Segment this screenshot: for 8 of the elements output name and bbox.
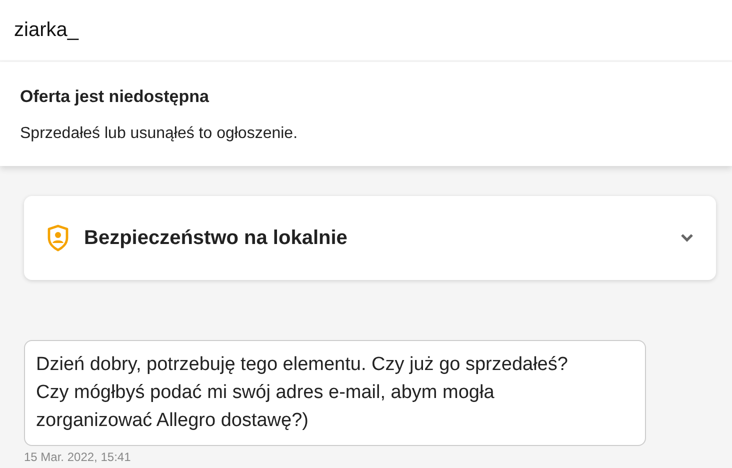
notice-text: Sprzedałeś lub usunąłeś to ogłoszenie. (20, 124, 299, 144)
notice-title: Oferta jest niedostępna (20, 86, 210, 108)
message-time: 15 Mar. 2022, 15:41 (24, 448, 132, 466)
shield-user-icon (46, 224, 70, 252)
message-bubble: Dzień dobry, potrzebuję tego elementu. Czy już go sprzedałeś? Czy mógłbyś podać mi swój adres e-mail, abym mogła zorganizować Allegro dostawę?) (24, 340, 646, 446)
safety-accordion[interactable]: Bezpieczeństwo na lokalnie (24, 196, 716, 280)
conversation-title: ziarka_ (14, 18, 78, 43)
chevron-icon (680, 232, 694, 242)
